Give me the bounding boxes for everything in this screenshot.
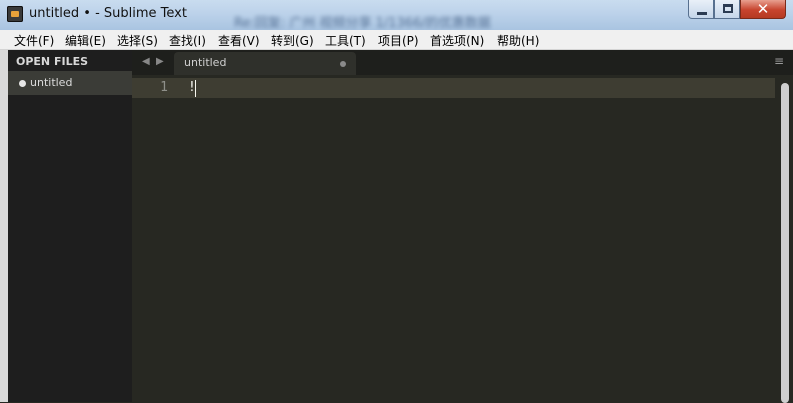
tab-untitled[interactable]: untitled <box>174 52 356 75</box>
minimize-button[interactable] <box>688 0 714 19</box>
window-frame-left <box>0 50 8 402</box>
vertical-scrollbar[interactable] <box>781 83 789 403</box>
sidebar: OPEN FILES untitled <box>8 50 132 402</box>
tab-back-icon[interactable]: ◀ <box>142 56 150 67</box>
menu-view[interactable]: 查看(V) <box>218 32 260 49</box>
tab-menu-icon[interactable]: ≡ <box>774 54 784 68</box>
title-bar[interactable]: untitled • - Sublime Text Re:回复: 广州 视频分享… <box>0 0 793 31</box>
menu-help[interactable]: 帮助(H) <box>497 32 539 49</box>
menu-find[interactable]: 查找(I) <box>169 32 206 49</box>
tab-unsaved-dot-icon[interactable] <box>340 61 346 67</box>
menu-selection[interactable]: 选择(S) <box>117 32 158 49</box>
editor-area[interactable]: 1 ! <box>132 75 793 403</box>
maximize-icon <box>723 4 733 13</box>
menu-preferences[interactable]: 首选项(N) <box>430 32 484 49</box>
menu-edit[interactable]: 编辑(E) <box>65 32 106 49</box>
current-line-highlight <box>132 78 775 98</box>
sidebar-file-untitled[interactable]: untitled <box>8 71 132 95</box>
sidebar-file-label: untitled <box>30 76 73 89</box>
menu-tools[interactable]: 工具(T) <box>325 32 366 49</box>
unsaved-dot-icon <box>19 80 26 87</box>
tab-label: untitled <box>184 56 227 69</box>
close-button[interactable]: ✕ <box>740 0 786 19</box>
open-files-header: OPEN FILES <box>16 55 89 68</box>
menu-file[interactable]: 文件(F) <box>14 32 54 49</box>
line-number: 1 <box>160 80 168 95</box>
close-icon: ✕ <box>756 0 770 18</box>
tab-bar: ◀ ▶ untitled ≡ <box>132 50 793 75</box>
menu-bar: 文件(F) 编辑(E) 选择(S) 查找(I) 查看(V) 转到(G) 工具(T… <box>0 30 793 50</box>
background-window-text: Re:回复: 广州 视频分享 1/1366/的优惠数据 <box>234 16 491 31</box>
tab-forward-icon[interactable]: ▶ <box>156 56 164 67</box>
window-title: untitled • - Sublime Text <box>29 6 187 21</box>
menu-goto[interactable]: 转到(G) <box>271 32 314 49</box>
window-controls: ✕ <box>688 0 786 20</box>
maximize-button[interactable] <box>714 0 740 19</box>
text-caret <box>195 80 196 97</box>
menu-project[interactable]: 项目(P) <box>378 32 419 49</box>
minimize-icon <box>697 12 707 15</box>
sublime-app-icon[interactable] <box>7 6 23 22</box>
